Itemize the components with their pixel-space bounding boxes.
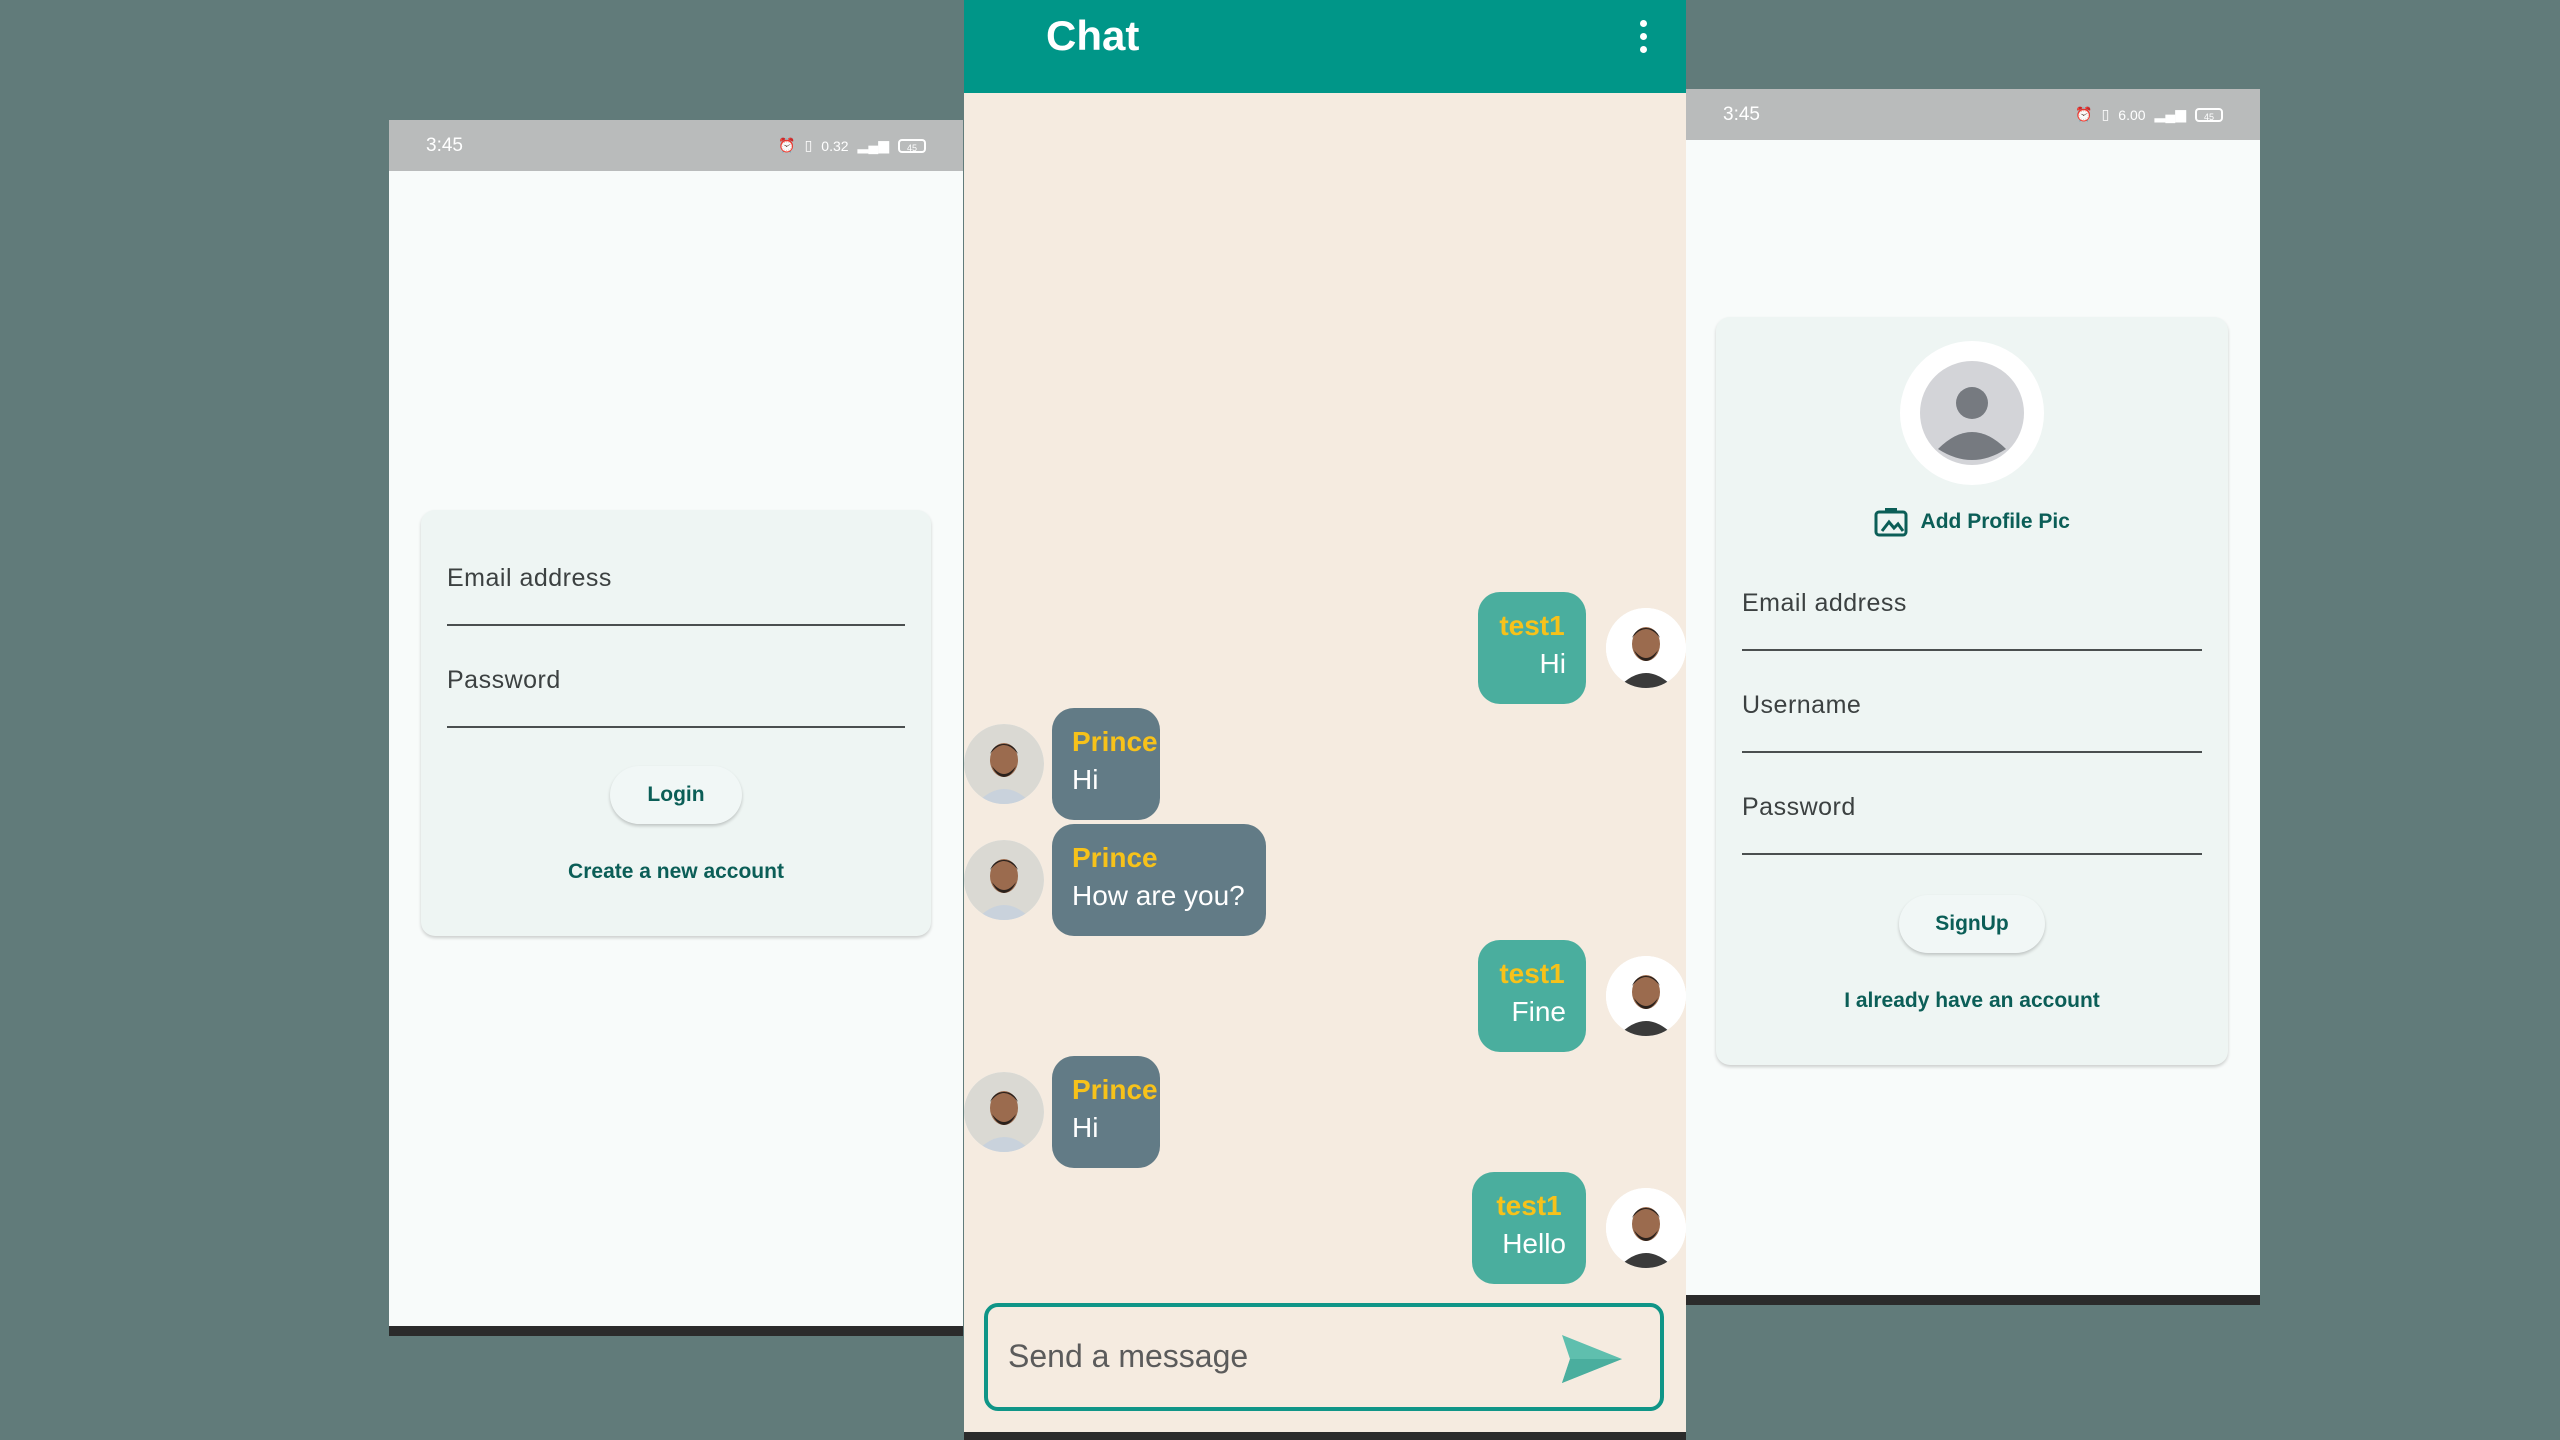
login-button[interactable]: Login	[610, 766, 742, 824]
avatar	[964, 1072, 1044, 1152]
message-sender: Prince	[1072, 842, 1158, 873]
alarm-icon: ⏰	[778, 137, 796, 153]
message-text: Hi	[1539, 648, 1566, 679]
battery-icon: 45	[898, 138, 926, 153]
status-icons: ⏰ ▯ 6.00 ▂▄▆ 45	[2075, 106, 2223, 123]
vibrate-icon: ▯	[2101, 106, 2110, 122]
signup-card: Add Profile Pic SignUp I already have an…	[1716, 317, 2228, 1065]
signal-icon: ▂▄▆	[2154, 106, 2186, 122]
navigation-bar	[964, 1432, 1686, 1440]
status-time: 3:45	[426, 134, 463, 156]
chat-message: Prince Hi	[964, 708, 1686, 820]
status-time: 3:45	[1723, 103, 1760, 125]
create-account-link[interactable]: Create a new account	[421, 860, 931, 884]
email-field[interactable]	[447, 564, 905, 593]
network-speed: 6.00	[2118, 106, 2146, 123]
status-icons: ⏰ ▯ 0.32 ▂▄▆ 45	[778, 137, 926, 154]
status-bar: 3:45 ⏰ ▯ 0.32 ▂▄▆ 45	[389, 120, 963, 171]
message-text: Fine	[1511, 996, 1566, 1027]
message-sender: test1	[1499, 958, 1565, 989]
message-text: How are you?	[1072, 880, 1245, 911]
avatar	[1606, 1188, 1686, 1268]
message-bubble: Prince Hi	[1052, 1056, 1160, 1168]
message-text: Hi	[1072, 764, 1099, 795]
chat-screen: Chat test1 Hi Prince Hi Prince How are you? te…	[964, 0, 1686, 1440]
signal-icon: ▂▄▆	[857, 137, 889, 153]
message-composer	[984, 1303, 1664, 1411]
message-sender: test1	[1496, 1190, 1562, 1221]
add-profile-pic-label: Add Profile Pic	[1920, 510, 2070, 533]
battery-icon: 45	[2195, 107, 2223, 122]
network-speed: 0.32	[821, 137, 849, 154]
login-screen: 3:45 ⏰ ▯ 0.32 ▂▄▆ 45 Login Create a new …	[389, 120, 963, 1336]
chat-message: Prince How are you?	[964, 824, 1686, 936]
navigation-bar	[389, 1326, 963, 1336]
login-card: Login Create a new account	[421, 510, 931, 936]
image-icon	[1874, 508, 1908, 537]
message-input[interactable]	[1006, 1337, 1530, 1376]
avatar	[1606, 956, 1686, 1036]
signup-screen: 3:45 ⏰ ▯ 6.00 ▂▄▆ 45 Add Profile Pic Ema…	[1686, 89, 2260, 1305]
add-profile-pic-button[interactable]: Add Profile Pic	[1716, 507, 2228, 537]
message-text: Hello	[1502, 1228, 1566, 1259]
message-bubble: test1 Hello	[1472, 1172, 1586, 1284]
message-sender: test1	[1499, 610, 1565, 641]
page-title: Chat	[1046, 12, 1140, 59]
chat-message: test1 Hi	[964, 592, 1686, 704]
username-field[interactable]	[1742, 691, 2202, 720]
profile-avatar-icon[interactable]	[1900, 341, 2044, 485]
password-field-container	[1742, 783, 2202, 855]
navigation-bar	[1686, 1295, 2260, 1305]
message-sender: Prince	[1072, 726, 1158, 757]
avatar	[964, 724, 1044, 804]
status-bar: 3:45 ⏰ ▯ 6.00 ▂▄▆ 45	[1686, 89, 2260, 140]
signup-button[interactable]: SignUp	[1899, 895, 2045, 953]
email-field-container	[447, 554, 905, 626]
avatar	[964, 840, 1044, 920]
password-field[interactable]	[447, 666, 905, 695]
email-field-container	[1742, 579, 2202, 651]
password-field[interactable]	[1742, 793, 2202, 822]
password-field-container	[447, 656, 905, 728]
message-bubble: Prince Hi	[1052, 708, 1160, 820]
message-bubble: Prince How are you?	[1052, 824, 1266, 936]
vibrate-icon: ▯	[804, 137, 813, 153]
message-sender: Prince	[1072, 1074, 1158, 1105]
send-icon[interactable]	[1560, 1333, 1624, 1385]
have-account-link[interactable]: I already have an account	[1716, 989, 2228, 1013]
message-bubble: test1 Fine	[1478, 940, 1586, 1052]
email-field[interactable]	[1742, 589, 2202, 618]
app-bar: Chat	[964, 0, 1686, 93]
chat-message: Prince Hi	[964, 1056, 1686, 1168]
alarm-icon: ⏰	[2075, 106, 2093, 122]
chat-message: test1 Hello	[964, 1172, 1686, 1284]
more-options-icon[interactable]	[1638, 20, 1648, 60]
message-text: Hi	[1072, 1112, 1099, 1143]
message-bubble: test1 Hi	[1478, 592, 1586, 704]
username-field-container	[1742, 681, 2202, 753]
avatar	[1606, 608, 1686, 688]
chat-message: test1 Fine	[964, 940, 1686, 1052]
